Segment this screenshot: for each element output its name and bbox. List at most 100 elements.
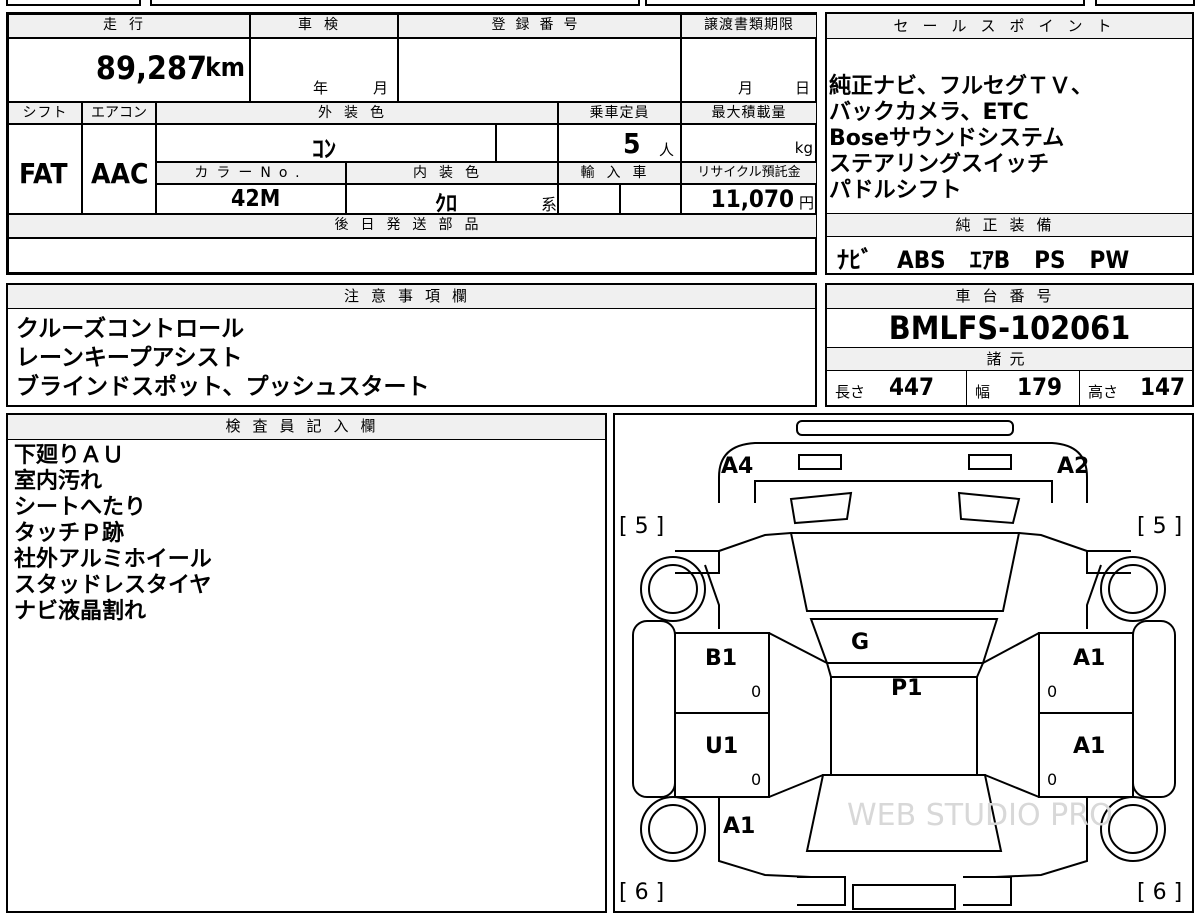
inspector-line: タッチＰ跡	[14, 521, 125, 546]
inspection-label: 車検	[250, 14, 398, 38]
exterior-color-value-cell: ｺﾝ	[156, 124, 496, 163]
sales-point-line: バックカメラ、ETC	[829, 100, 1029, 125]
tire-rr: [ 6 ]	[1137, 880, 1182, 905]
inspector-box: 検査員記入欄 下廻りＡＵ 室内汚れ シートへたり タッチＰ跡 社外アルミホイール…	[6, 413, 607, 913]
recycle-unit: 円	[798, 194, 814, 212]
recycle-label: リサイクル預託金	[681, 162, 817, 184]
mark-a1-right-front: A1	[1073, 646, 1105, 671]
exterior-color-extra	[496, 124, 558, 162]
zero-mark: 0	[1047, 682, 1057, 701]
capacity-unit: 人	[659, 141, 675, 159]
color-no-value: 42M	[231, 186, 281, 212]
max-load-value-cell: kg	[681, 124, 817, 162]
shift-label: シフト	[8, 102, 82, 124]
mileage-value-cell: 89,287 km	[8, 38, 250, 102]
mark-a1-right-rear: A1	[1073, 734, 1105, 759]
mark-u1: U1	[705, 734, 738, 759]
registration-no-label: 登録番号	[398, 14, 681, 38]
inspector-line: 室内汚れ	[14, 469, 103, 494]
mark-a1-left-rear: A1	[723, 814, 755, 839]
note-line: ブラインドスポット、プッシュスタート	[16, 374, 430, 400]
length-value: 447	[889, 373, 935, 401]
inspection-month-unit: 月	[373, 79, 389, 97]
height-label: 高さ	[1088, 383, 1119, 401]
recycle-value-cell: 11,070 円	[681, 184, 817, 214]
inspector-line: スタッドレスタイヤ	[14, 573, 212, 598]
inspector-line: 社外アルミホイール	[14, 547, 212, 572]
equipment-title: 純正装備	[827, 213, 1192, 237]
top-strip	[0, 0, 1200, 8]
zero-mark: 0	[1047, 770, 1057, 789]
width-label: 幅	[975, 383, 991, 401]
notes-list: クルーズコントロール レーンキープアシスト ブラインドスポット、プッシュスタート	[16, 315, 430, 402]
capacity-value: 5	[623, 127, 641, 160]
notes-box: 注意事項欄 クルーズコントロール レーンキープアシスト ブラインドスポット、プッ…	[6, 283, 817, 407]
aircon-value-cell: AAC	[82, 124, 156, 214]
import-value-cell-b	[620, 184, 681, 214]
color-no-label: カラーNo.	[156, 162, 346, 184]
equipment-value: ﾅﾋﾞ ABS ｴｱB PS PW	[837, 246, 1130, 274]
interior-color-value-cell: ｸﾛ 系	[346, 184, 558, 217]
zero-mark: 0	[751, 682, 761, 701]
sales-point-line: ステアリングスイッチ	[829, 152, 1050, 177]
later-parts-label: 後日発送部品	[8, 214, 817, 238]
mark-b1: B1	[705, 646, 737, 671]
sales-points-box: セールスポイント 純正ナビ、フルセグＴＶ、 バックカメラ、ETC Boseサウン…	[825, 12, 1194, 275]
exterior-color-value: ｺﾝ	[312, 135, 336, 163]
max-load-unit: kg	[794, 139, 813, 157]
exterior-color-label: 外装色	[156, 102, 558, 124]
doc-deadline-label: 譲渡書類期限	[681, 14, 817, 38]
recycle-value: 11,070	[710, 185, 794, 213]
later-parts-value	[8, 238, 817, 273]
shift-value: FAT	[19, 157, 68, 190]
mark-a2: A2	[1057, 454, 1089, 479]
length-label: 長さ	[835, 383, 866, 401]
height-value: 147	[1140, 373, 1186, 401]
chassis-number: BMLFS-102061	[888, 309, 1131, 347]
max-load-label: 最大積載量	[681, 102, 817, 124]
import-value-cell-a	[558, 184, 620, 214]
inspection-year-unit: 年	[313, 79, 329, 97]
tire-fr: [ 5 ]	[1137, 514, 1182, 539]
car-diagram-box: A4 A2 G P1 B1 A1 U1 A1 A1 [ 5 ] [ 5 ] [ …	[613, 413, 1194, 913]
sales-point-line: Boseサウンドシステム	[829, 126, 1065, 151]
sales-points-list: 純正ナビ、フルセグＴＶ、 バックカメラ、ETC Boseサウンドシステム ステア…	[829, 74, 1093, 204]
tire-fl: [ 5 ]	[619, 514, 664, 539]
sales-points-title: セールスポイント	[827, 14, 1192, 39]
chassis-box: 車台番号 BMLFS-102061 諸元 長さ 447 幅 179 高さ 147	[825, 283, 1194, 407]
inspector-title: 検査員記入欄	[8, 415, 605, 440]
color-no-value-cell: 42M	[156, 184, 346, 214]
inspector-line: 下廻りＡＵ	[14, 443, 125, 468]
vehicle-info-table: 走行 車検 登録番号 譲渡書類期限 89,287 km 年 月 月 日 シフト …	[6, 12, 817, 275]
aircon-label: エアコン	[82, 102, 156, 124]
interior-color-label: 内装色	[346, 162, 558, 184]
capacity-label: 乗車定員	[558, 102, 681, 124]
inspection-value-cell: 年 月	[250, 38, 398, 102]
shift-value-cell: FAT	[8, 124, 82, 214]
specs-row: 長さ 447 幅 179 高さ 147	[827, 371, 1192, 405]
notes-title: 注意事項欄	[8, 285, 815, 309]
sales-point-line: パドルシフト	[829, 178, 962, 203]
deadline-month-unit: 月	[738, 79, 754, 97]
deadline-value-cell: 月 日	[681, 38, 817, 102]
tire-rl: [ 6 ]	[619, 880, 664, 905]
mileage-value: 89,287	[95, 49, 207, 87]
aircon-value: AAC	[91, 157, 149, 190]
mark-g: G	[851, 630, 869, 655]
chassis-title: 車台番号	[827, 285, 1192, 309]
mileage-label: 走行	[8, 14, 250, 38]
import-label: 輸入車	[558, 162, 681, 184]
specs-title: 諸元	[827, 347, 1192, 371]
mark-p1: P1	[891, 676, 922, 701]
registration-no-value	[398, 38, 681, 102]
interior-suffix: 系	[540, 195, 557, 214]
note-line: クルーズコントロール	[16, 316, 245, 342]
inspector-line: シートへたり	[14, 495, 147, 520]
sales-point-line: 純正ナビ、フルセグＴＶ、	[829, 74, 1094, 99]
zero-mark: 0	[751, 770, 761, 789]
inspector-list: 下廻りＡＵ 室内汚れ シートへたり タッチＰ跡 社外アルミホイール スタッドレス…	[14, 443, 212, 625]
car-diagram: A4 A2 G P1 B1 A1 U1 A1 A1 [ 5 ] [ 5 ] [ …	[619, 420, 1182, 910]
capacity-value-cell: 5 人	[558, 124, 681, 162]
width-value: 179	[1017, 373, 1063, 401]
mark-a4: A4	[721, 454, 753, 479]
